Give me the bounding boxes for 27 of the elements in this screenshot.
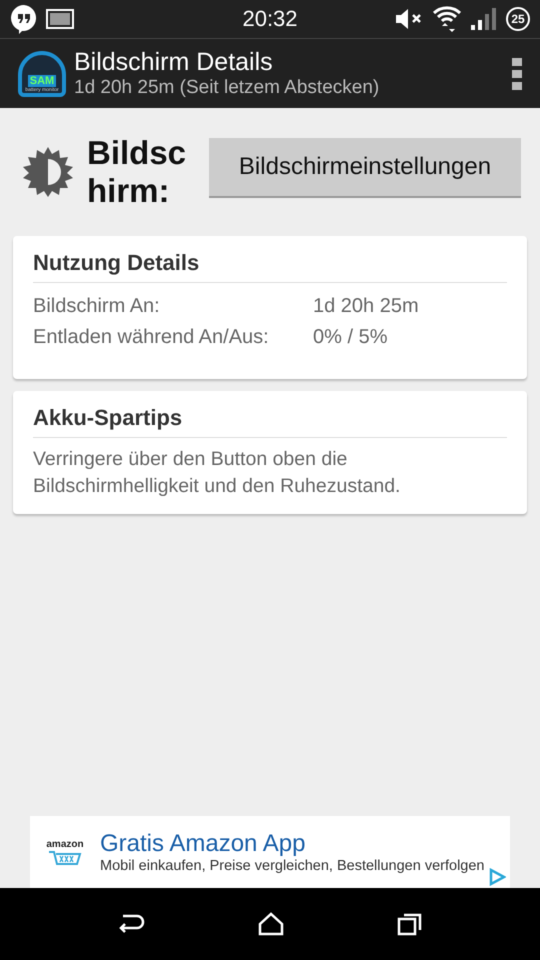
screen-label: Bildsc hirm:	[87, 134, 188, 210]
row-value: 1d 20h 25m	[313, 294, 419, 319]
muted-speaker-icon	[394, 8, 424, 30]
brightness-icon	[21, 144, 75, 199]
recent-apps-icon[interactable]	[397, 912, 424, 936]
ad-title: Gratis Amazon App	[100, 830, 306, 858]
ad-text: Mobil einkaufen, Preise vergleichen, Bestellungen verfolgen	[100, 858, 484, 874]
card-title: Nutzung Details	[33, 250, 507, 283]
clock-time: 20:32	[241, 6, 299, 32]
row-label: Bildschirm An:	[33, 294, 161, 319]
image-icon	[46, 9, 74, 29]
home-icon[interactable]	[258, 912, 284, 936]
ad-choices-icon[interactable]	[488, 868, 506, 886]
card-title: Akku-Spartips	[33, 404, 507, 438]
battery-level: 25	[506, 7, 530, 31]
store-logo: amazon	[44, 838, 86, 866]
ad-banner[interactable]: amazon Gratis Amazon App Mobil einkaufen, Preise vergleichen, Bestellungen verfolgen	[30, 816, 510, 888]
screen-subtitle: 1d 20h 25m (Seit letzem Abstecken)	[74, 77, 380, 99]
wifi-icon	[432, 4, 462, 34]
signal-icon	[470, 7, 498, 31]
overflow-menu-icon[interactable]	[512, 58, 522, 90]
row-label: Entladen während An/Aus:	[33, 324, 270, 350]
screen-title: Bildschirm Details	[74, 48, 274, 77]
row-value: 0% / 5%	[313, 324, 388, 350]
screen-settings-button[interactable]: Bildschirmeinstellungen	[209, 138, 521, 198]
chat-bubble-icon	[10, 4, 38, 34]
tip-text: Verringere über den Button oben die Bildschirmhelligkeit und den Ruhezustand.	[33, 446, 402, 499]
